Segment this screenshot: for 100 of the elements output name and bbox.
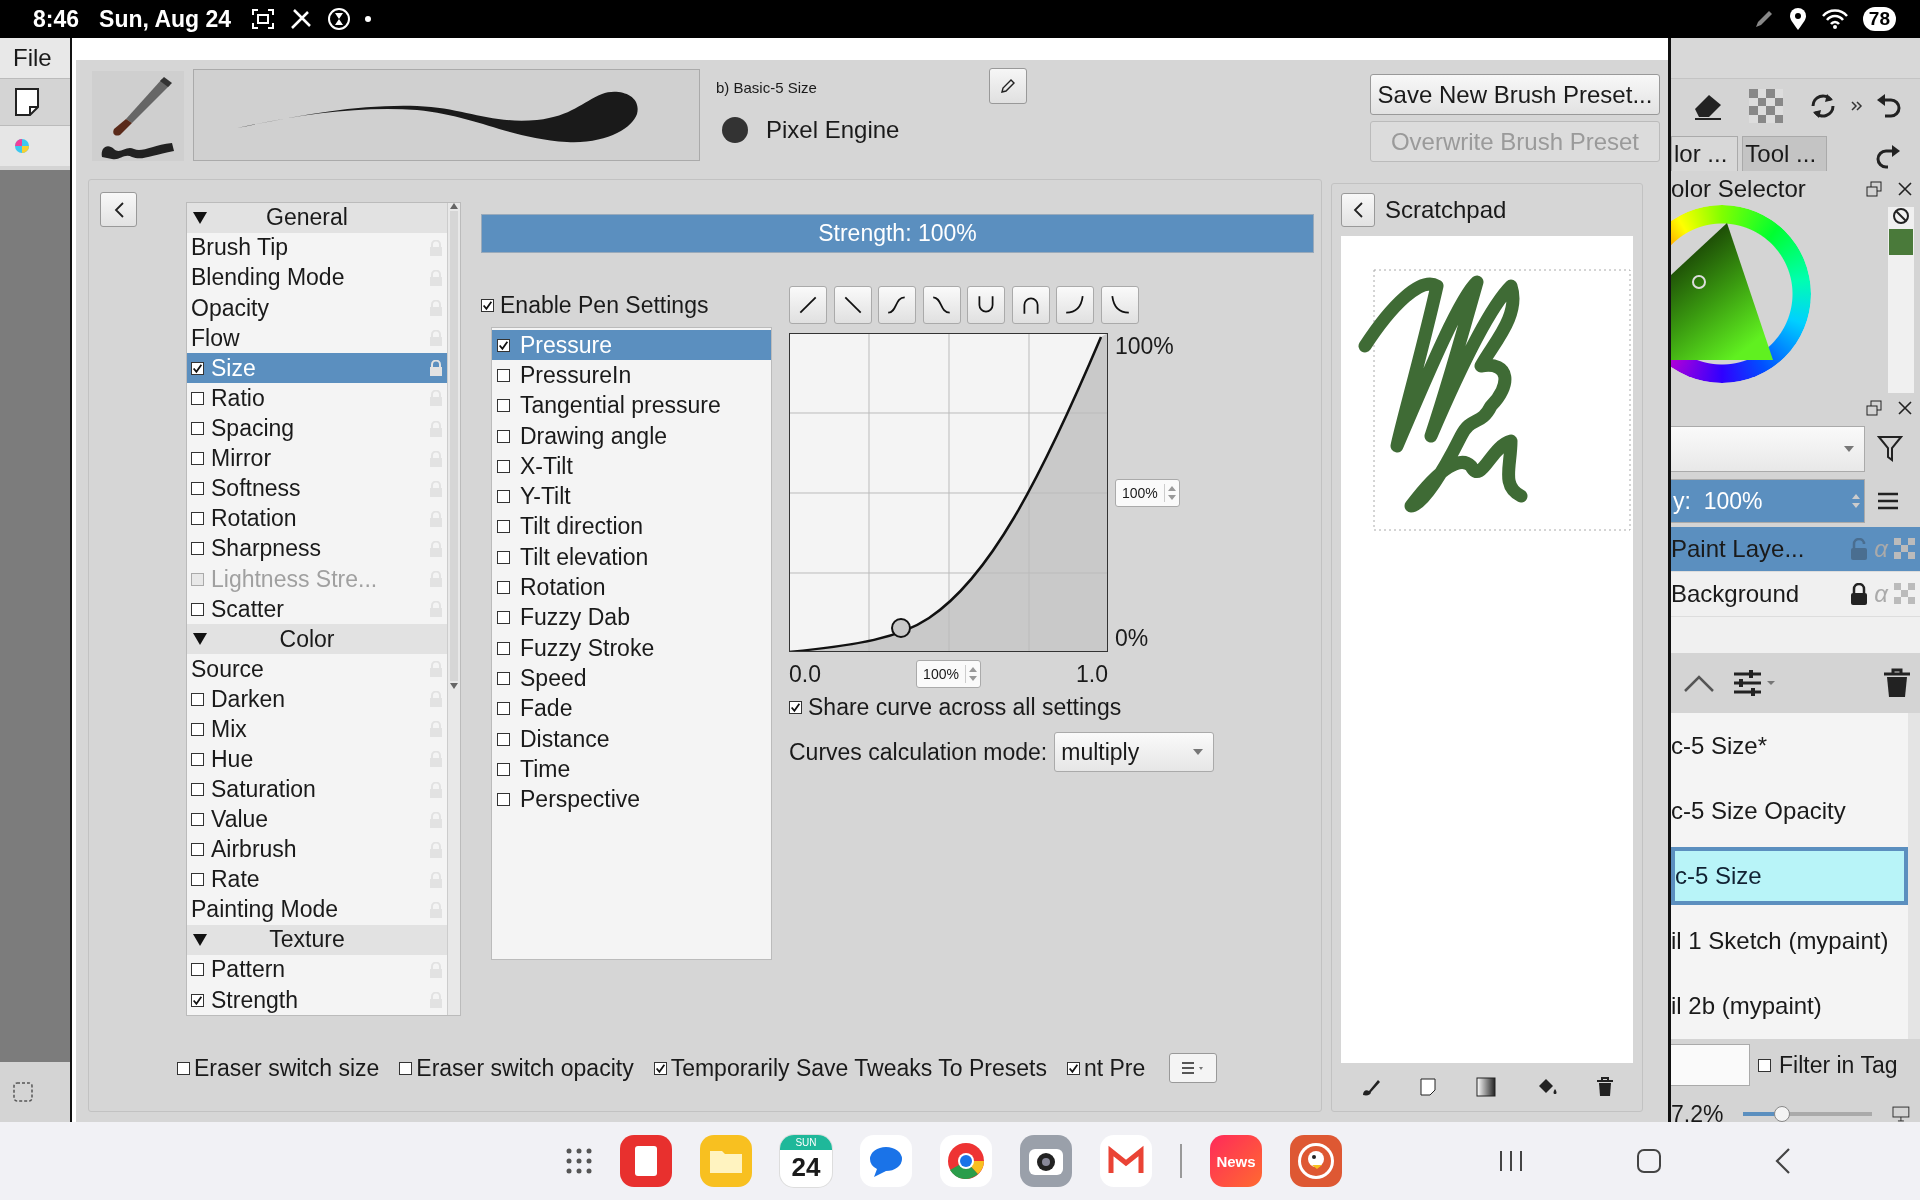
preset-item[interactable]: il 2b (mypaint) bbox=[1671, 977, 1908, 1036]
float-icon[interactable] bbox=[1866, 400, 1882, 416]
s-curve-button[interactable] bbox=[878, 286, 916, 324]
checkbox[interactable] bbox=[497, 702, 510, 716]
checkbox[interactable] bbox=[497, 732, 510, 746]
checkbox[interactable] bbox=[191, 422, 204, 435]
redo-icon[interactable] bbox=[1874, 143, 1900, 171]
checkbox[interactable] bbox=[191, 361, 204, 375]
docker-tab[interactable]: lor ... bbox=[1671, 136, 1739, 171]
group-header[interactable]: Texture bbox=[187, 925, 447, 955]
sensor-item[interactable]: Fuzzy Stroke bbox=[492, 632, 771, 664]
option-item[interactable]: Rotation bbox=[187, 503, 447, 534]
sensor-item[interactable]: Time bbox=[492, 754, 771, 785]
checkbox[interactable] bbox=[497, 793, 510, 807]
option-item[interactable]: Strength bbox=[187, 984, 447, 1016]
scrollbar[interactable] bbox=[447, 203, 460, 1015]
checkbox[interactable] bbox=[191, 482, 204, 496]
recent-apps-icon[interactable] bbox=[1498, 1149, 1524, 1173]
option-item[interactable]: Scatter bbox=[187, 594, 447, 625]
checkbox[interactable] bbox=[191, 452, 204, 466]
preset-item[interactable]: c-5 Size* bbox=[1671, 716, 1908, 775]
color-swatch[interactable] bbox=[1889, 229, 1913, 255]
selection-icon[interactable] bbox=[12, 1081, 34, 1103]
sensor-item[interactable]: Tilt direction bbox=[492, 511, 771, 543]
option-item[interactable]: Mirror bbox=[187, 443, 447, 474]
rising-curve-button[interactable] bbox=[1056, 286, 1094, 324]
option-item[interactable]: Softness bbox=[187, 473, 447, 504]
option-item[interactable]: Value bbox=[187, 804, 447, 835]
option-item[interactable]: Saturation bbox=[187, 774, 447, 805]
arch-curve-button[interactable] bbox=[1011, 286, 1050, 324]
scratchpad-canvas[interactable] bbox=[1341, 236, 1633, 1063]
spin-box[interactable]: 100% bbox=[1115, 478, 1180, 507]
checkbox[interactable] bbox=[191, 752, 204, 766]
group-header[interactable]: Color bbox=[187, 624, 447, 655]
notebook-app-icon[interactable] bbox=[620, 1135, 672, 1187]
mail-app-icon[interactable] bbox=[1100, 1135, 1152, 1187]
option-item[interactable]: Source bbox=[187, 654, 447, 685]
app-logo-icon[interactable] bbox=[12, 136, 32, 156]
close-icon[interactable] bbox=[1898, 182, 1912, 196]
scroll-down-icon[interactable] bbox=[450, 683, 458, 689]
option-item[interactable]: Pattern bbox=[187, 954, 447, 985]
sensor-item[interactable]: Rotation bbox=[492, 572, 771, 603]
checkbox[interactable] bbox=[497, 520, 510, 534]
checkbox[interactable] bbox=[191, 391, 204, 405]
option-item[interactable]: Ratio bbox=[187, 383, 447, 414]
monitor-icon[interactable] bbox=[1892, 1106, 1910, 1122]
option-item[interactable]: Brush Tip bbox=[187, 232, 447, 263]
checkbox[interactable] bbox=[191, 813, 204, 827]
apps-grid-icon[interactable] bbox=[566, 1148, 592, 1174]
checkbox[interactable] bbox=[497, 459, 510, 473]
scroll-up-icon[interactable] bbox=[450, 203, 458, 209]
collapse-button[interactable] bbox=[100, 192, 137, 227]
undo-icon[interactable] bbox=[1875, 92, 1903, 120]
no-color-icon[interactable] bbox=[1892, 207, 1910, 225]
checkbox[interactable] bbox=[653, 1061, 667, 1075]
options-menu-button[interactable] bbox=[1169, 1053, 1218, 1083]
checkbox[interactable] bbox=[497, 641, 510, 655]
checkbox[interactable] bbox=[1758, 1058, 1771, 1072]
menu-icon[interactable] bbox=[1877, 492, 1899, 510]
tag-field[interactable] bbox=[1671, 1044, 1750, 1086]
checkbox[interactable] bbox=[497, 368, 510, 382]
duck-app-icon[interactable] bbox=[1290, 1135, 1342, 1187]
more-icon[interactable] bbox=[1851, 101, 1863, 111]
checkbox[interactable] bbox=[191, 512, 204, 526]
calendar-app-icon[interactable]: SUN 24 bbox=[780, 1135, 832, 1187]
sensor-item[interactable]: X-Tilt bbox=[492, 451, 771, 482]
edit-name-button[interactable] bbox=[989, 68, 1028, 104]
sensor-item[interactable]: Tilt elevation bbox=[492, 542, 771, 573]
checkbox[interactable] bbox=[497, 611, 510, 625]
preset-item[interactable]: c-5 Size bbox=[1671, 846, 1908, 905]
sensor-item[interactable]: Distance bbox=[492, 723, 771, 755]
checkbox[interactable] bbox=[191, 993, 204, 1007]
preset-item[interactable]: il 1 Sketch (mypaint) bbox=[1671, 912, 1908, 971]
checkbox[interactable] bbox=[497, 338, 510, 352]
sensor-item[interactable]: Speed bbox=[492, 663, 771, 694]
option-item[interactable]: Rate bbox=[187, 864, 447, 895]
checkbox[interactable] bbox=[497, 581, 510, 594]
sensor-item[interactable]: PressureIn bbox=[492, 360, 771, 391]
spin-box[interactable]: 100% bbox=[916, 660, 981, 688]
close-icon[interactable] bbox=[1898, 401, 1912, 415]
trash-icon[interactable] bbox=[1884, 668, 1910, 698]
checkbox[interactable] bbox=[497, 671, 510, 685]
home-icon[interactable] bbox=[1636, 1148, 1662, 1174]
linear-curve-button[interactable] bbox=[789, 286, 827, 324]
checkbox[interactable] bbox=[497, 429, 510, 443]
option-item[interactable]: Airbrush bbox=[187, 834, 447, 865]
option-item[interactable]: Flow bbox=[187, 323, 447, 354]
lock-icon[interactable] bbox=[1850, 583, 1869, 605]
docker-tab[interactable]: Tool ... bbox=[1742, 136, 1828, 171]
checkbox[interactable] bbox=[191, 843, 204, 857]
option-item[interactable]: Darken bbox=[187, 684, 447, 715]
checkbox[interactable] bbox=[789, 700, 802, 714]
sensor-item[interactable]: Tangential pressure bbox=[492, 390, 771, 421]
checkbox[interactable] bbox=[191, 542, 204, 556]
float-icon[interactable] bbox=[1866, 181, 1882, 197]
checkbox[interactable] bbox=[191, 692, 204, 706]
checkerboard-icon[interactable] bbox=[1749, 89, 1783, 123]
preset-item[interactable]: c-5 Size Opacity bbox=[1671, 781, 1908, 840]
checkbox[interactable] bbox=[177, 1061, 190, 1075]
collapse-button[interactable] bbox=[1341, 193, 1375, 227]
